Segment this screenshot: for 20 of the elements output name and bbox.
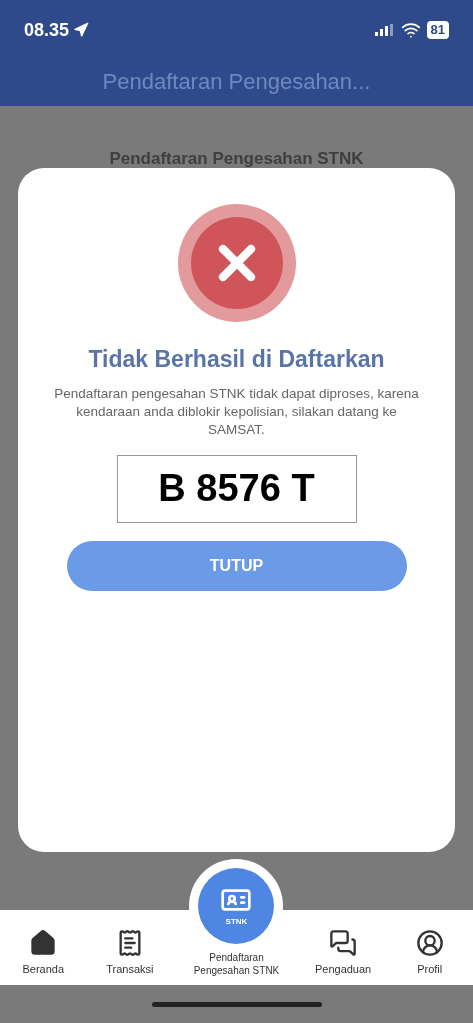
nav-item[interactable]: Transaksi — [94, 928, 165, 977]
nav-item[interactable]: Pengaduan — [308, 928, 379, 977]
status-time: 08.35 — [24, 18, 70, 42]
page-heading: Pendaftaran Pengesahan STNK — [109, 148, 364, 168]
license-plate: B 8576 T — [116, 454, 357, 523]
home-icon — [29, 928, 58, 957]
nav-item[interactable]: Beranda — [8, 928, 79, 977]
nav-label[interactable]: Pendaftaran Pengesahan STNK — [181, 951, 292, 977]
dialog-title: Tidak Berhasil di Daftarkan — [88, 345, 385, 374]
profile-icon — [415, 928, 444, 957]
stnk-label: STNK — [225, 916, 248, 928]
dialog-message: Pendaftaran pengesahan STNK tidak dapat diproses, karena kendaraan anda diblokir kepolisian, silakan datang ke SAMSAT. — [53, 384, 420, 439]
nav-item[interactable]: Profil — [394, 928, 465, 977]
battery-indicator: 81 — [426, 21, 449, 39]
wifi-icon — [400, 20, 421, 40]
chat-icon — [329, 928, 358, 957]
signal-icon — [374, 24, 395, 36]
header-title: Pendaftaran Pengesahan... — [102, 67, 371, 96]
stnk-button[interactable]: STNK — [198, 868, 275, 944]
location-icon — [73, 22, 90, 38]
